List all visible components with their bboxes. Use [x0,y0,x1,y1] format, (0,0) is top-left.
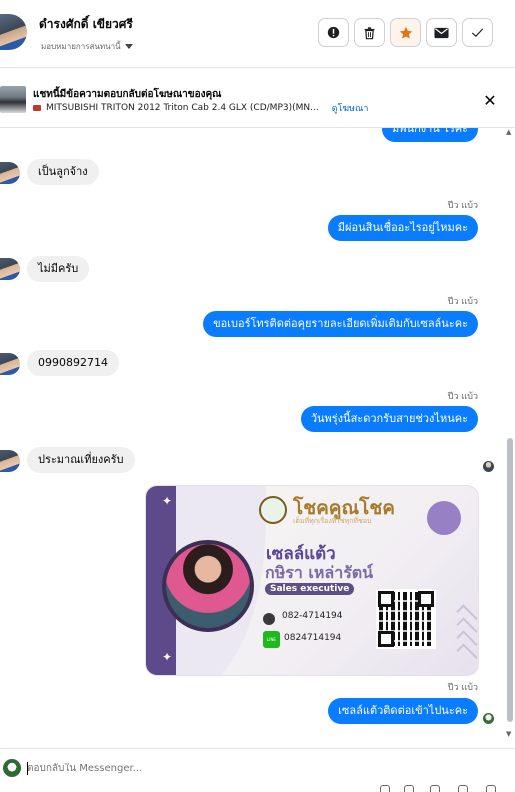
ad-vehicle-title: MITSUBISHI TRITON 2012 Triton Cab 2.4 GL… [46,103,319,113]
check-icon [471,28,484,37]
text-cursor [27,762,28,775]
attachment-icon[interactable] [380,785,390,792]
brand-logo [259,496,287,524]
phone-icon [263,613,275,625]
qr-finder [378,591,394,607]
assign-label: มอบหมายการสนทนานี้ [41,42,121,51]
qr-finder [378,631,394,647]
contact-avatar-small[interactable] [0,450,20,472]
message-status: ปีว แบ้ว [447,683,478,693]
mail-button[interactable] [426,18,457,47]
envelope-icon [434,27,449,38]
message-status: ปีว แบ้ว [447,392,478,402]
card-tagline: เต็มที่ทุกเรื่องที่ใช่ทุกที่ชอบ [293,517,372,525]
report-button[interactable] [318,18,349,47]
scroll-down-arrow[interactable]: ▼ [506,730,511,738]
message-incoming[interactable]: เป็นลูกจ้าง [27,159,99,185]
ad-banner-title: แชทนี้มีข้อความตอบกลับต่อโฆษณาของคุณ [33,89,222,100]
message-outgoing[interactable]: มีพนักงาน ไรคะ [382,128,478,142]
star-button[interactable] [390,18,421,47]
gif-icon[interactable] [458,785,468,792]
card-phone: 082-4714194 [282,611,343,621]
decorative-circle [427,501,461,535]
card-line-id: 0824714194 [284,633,342,643]
assign-conversation-dropdown[interactable]: มอบหมายการสนทนานี้ [41,40,133,53]
seen-indicator-avatar [483,713,494,724]
vehicle-thumbnail[interactable] [0,86,26,113]
sparkle-icon: ✦ [162,650,173,664]
contact-name[interactable]: ดำรงศักดิ์ เขียวศรี [39,15,133,34]
mark-done-button[interactable] [462,18,493,47]
message-status: ปีว แบ้ว [447,201,478,211]
sales-photo [162,540,254,632]
close-icon[interactable]: ✕ [482,93,498,109]
message-outgoing[interactable]: เซลล์แต้วติดต่อเข้าไปนะคะ [328,698,478,724]
contact-avatar-small[interactable] [0,162,20,184]
message-incoming[interactable]: ประมาณเที่ยงครับ [27,447,135,473]
sparkle-icon: ✦ [162,494,173,508]
message-status: ปีว แบ้ว [447,297,478,307]
business-card-image[interactable]: ✦ ✦ โชคคูณโชค เต็มที่ทุกเรื่องที่ใช่ทุกท… [145,485,479,676]
like-icon[interactable] [486,785,496,792]
thread-scrollbar-thumb[interactable] [507,438,513,722]
page-avatar [3,759,21,777]
car-icon [33,105,41,111]
ad-vehicle-line: MITSUBISHI TRITON 2012 Triton Cab 2.4 GL… [33,101,368,115]
image-icon[interactable] [404,785,414,792]
reply-input[interactable] [27,763,327,774]
trash-icon [364,26,375,39]
alert-circle-icon [327,26,340,39]
view-ad-link[interactable]: ดูโฆษณา [332,101,369,115]
star-icon [399,26,412,39]
message-outgoing[interactable]: วันพรุ่งนี้สะดวกรับสายช่วงไหนคะ [300,406,478,432]
contact-avatar[interactable] [0,14,27,50]
line-app-icon: LINE [263,631,280,648]
ad-reply-banner: แชทนี้มีข้อความตอบกลับต่อโฆษณาของคุณ [0,70,515,128]
message-outgoing[interactable]: มีผ่อนสินเชื่ออะไรอยู่ไหมคะ [327,215,478,241]
message-outgoing[interactable]: ขอเบอร์โทรติดต่อคุยรายละเอียดเพิ่มเติมกั… [203,311,478,337]
message-thread[interactable]: มีพนักงาน ไรคะ เป็นลูกจ้าง ปีว แบ้ว มีผ่… [0,128,515,748]
message-incoming[interactable]: 0990892714 [27,350,119,376]
scroll-up-arrow[interactable]: ▲ [506,128,511,136]
caret-down-icon [124,44,133,49]
contact-avatar-small[interactable] [0,258,20,280]
card-role-badge: Sales executive [265,583,355,595]
message-incoming[interactable]: ไม่มีครับ [27,256,90,282]
contact-avatar-small[interactable] [0,353,20,375]
emoji-icon[interactable] [430,785,440,792]
conversation-header: ดำรงศักดิ์ เขียวศรี มอบหมายการสนทนานี้ [0,0,515,68]
seen-indicator-avatar [483,461,494,472]
delete-button[interactable] [354,18,385,47]
qr-finder [418,591,434,607]
